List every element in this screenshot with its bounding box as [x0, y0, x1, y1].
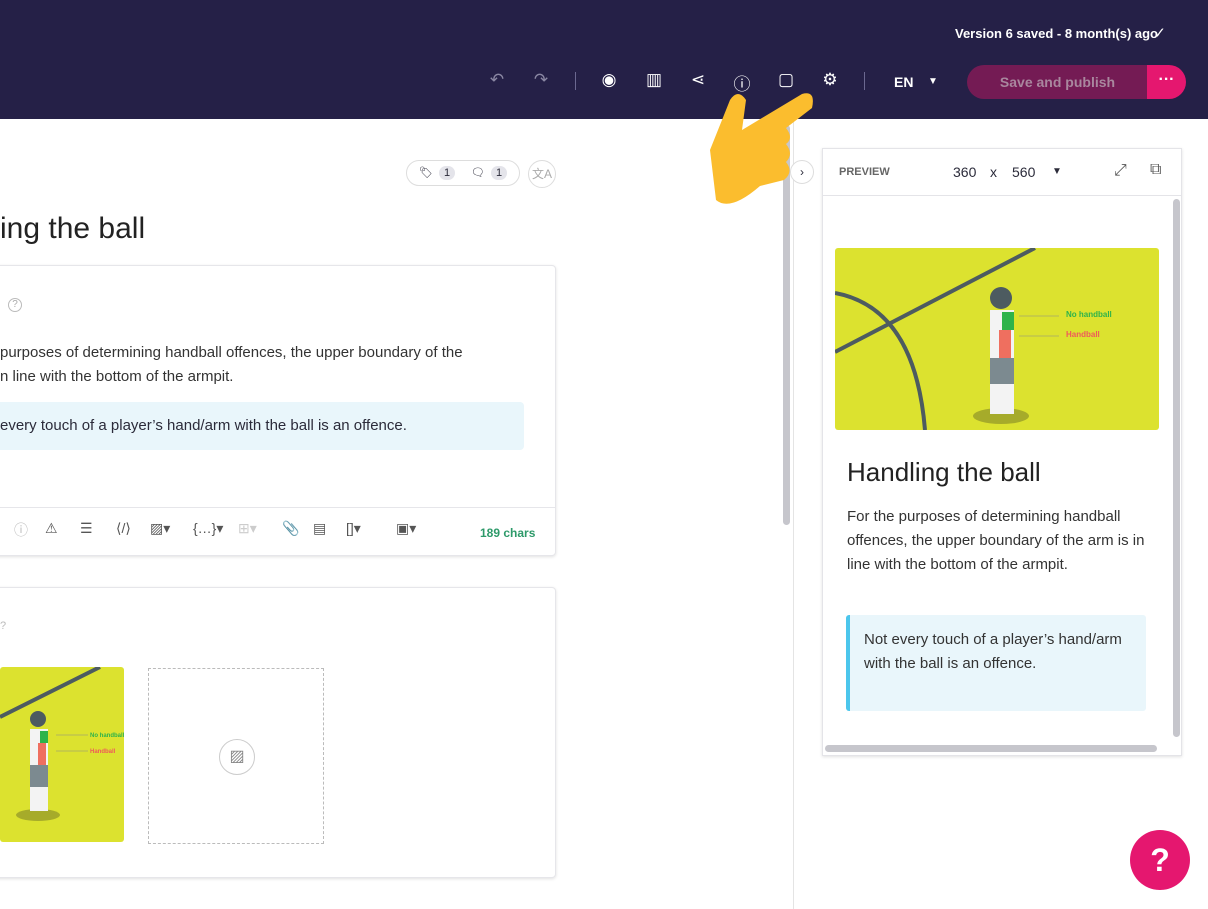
open-external-icon[interactable]: ⧉: [1150, 161, 1161, 179]
divider: [575, 72, 576, 90]
page-title: ing the ball: [0, 212, 146, 245]
preview-width[interactable]: 360: [953, 164, 976, 180]
comments-count: 1: [491, 166, 508, 180]
checklist-icon[interactable]: ☰: [80, 520, 93, 537]
caret-down-icon[interactable]: ▼: [928, 76, 938, 87]
preview-eye-icon[interactable]: ◉: [597, 70, 621, 90]
preview-scrollbar-horizontal[interactable]: [825, 745, 1157, 752]
char-count: 189 chars: [480, 526, 536, 540]
help-icon[interactable]: ?: [0, 620, 6, 632]
expand-icon[interactable]: ⤢: [1114, 162, 1127, 180]
snippet-icon[interactable]: ▤: [313, 520, 326, 537]
help-button[interactable]: ?: [1130, 830, 1190, 890]
label-handball: Handball: [90, 749, 116, 755]
preview-height[interactable]: 560: [1012, 164, 1035, 180]
translate-icon[interactable]: 文A: [528, 160, 556, 188]
preview-scrollbar-vertical[interactable]: [1173, 199, 1180, 737]
size-dropdown-icon[interactable]: ▼: [1052, 166, 1062, 177]
note-block[interactable]: every touch of a player’s hand/arm with …: [0, 402, 524, 450]
warning-icon[interactable]: ⚠: [45, 520, 58, 537]
redo-icon[interactable]: ↷: [529, 70, 553, 90]
pointing-hand-icon: [710, 93, 813, 204]
illustration-thumbnail[interactable]: No handball Handball: [0, 667, 124, 842]
tags-count: 1: [439, 166, 456, 180]
add-image-placeholder[interactable]: ▨: [148, 668, 324, 844]
paragraph-text[interactable]: purposes of determining handball offence…: [0, 341, 463, 389]
more-options-button[interactable]: ···: [1147, 65, 1186, 99]
image-icon: ▨: [219, 739, 255, 775]
save-status: Version 6 saved - 8 month(s) ago: [955, 26, 1158, 41]
top-bar: Version 6 saved - 8 month(s) ago ✓ ↶ ↷ ◉…: [0, 0, 1208, 119]
check-circle-icon: ✓: [1153, 25, 1166, 42]
paragraph-line: purposes of determining handball offence…: [0, 344, 463, 361]
preview-paragraph: For the purposes of determining handball…: [847, 508, 1145, 573]
label-handball: Handball: [1066, 330, 1100, 339]
attachment-icon[interactable]: 📎: [282, 520, 299, 537]
bracket-dropdown-icon[interactable]: []▾: [346, 520, 361, 537]
info-icon[interactable]: ⓘ: [14, 520, 28, 540]
glossary-dropdown-icon[interactable]: ▣▾: [396, 520, 416, 537]
panel-divider: [793, 119, 794, 909]
preview-note: Not every touch of a player’s hand/arm w…: [846, 615, 1146, 711]
variable-dropdown-icon[interactable]: {…}▾: [193, 520, 223, 537]
preview-illustration: No handball Handball: [835, 248, 1159, 430]
label-no-handball: No handball: [1066, 310, 1112, 319]
label-no-handball: No handball: [90, 733, 124, 739]
paragraph-line: n line with the bottom of the armpit.: [0, 368, 234, 385]
preview-panel: PREVIEW 360 x 560 ▼ ⤢ ⧉ No handball Hand…: [822, 148, 1182, 756]
layout-icon[interactable]: ▥: [642, 70, 666, 90]
code-icon[interactable]: ⟨/⟩: [116, 520, 131, 537]
tag-icon: 🏷: [419, 167, 433, 179]
table-dropdown-icon[interactable]: ⊞▾: [238, 520, 257, 537]
save-and-publish-button[interactable]: Save and publish: [967, 65, 1148, 99]
dimension-separator: x: [990, 164, 997, 180]
language-select[interactable]: EN: [894, 74, 913, 90]
comment-icon: 🗨: [471, 167, 485, 179]
undo-icon[interactable]: ↶: [485, 70, 509, 90]
settings-gear-icon[interactable]: ⚙: [818, 70, 842, 90]
preview-label: PREVIEW: [839, 166, 890, 178]
image-dropdown-icon[interactable]: ▨▾: [150, 520, 170, 537]
divider: [864, 72, 865, 90]
help-icon[interactable]: ?: [8, 298, 22, 312]
tags-comments-pill[interactable]: 🏷 1 🗨 1: [406, 160, 520, 186]
preview-title: Handling the ball: [847, 457, 1041, 487]
